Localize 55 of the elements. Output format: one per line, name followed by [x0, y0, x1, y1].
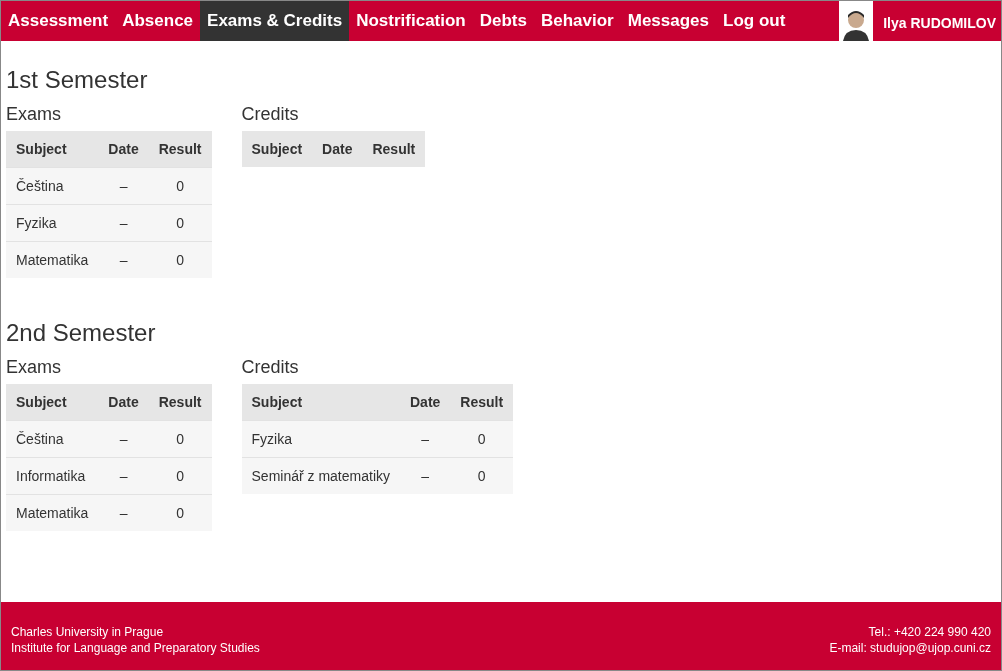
table-cell: – — [98, 204, 149, 242]
table-cell: Matematika — [6, 494, 99, 531]
nav-item[interactable]: Log out — [716, 1, 793, 41]
nav-item[interactable]: Debts — [472, 1, 534, 41]
column-header: Date — [98, 384, 149, 421]
table-cell: Informatika — [6, 457, 99, 495]
footer-text: Institute for Language and Preparatory Studies — [11, 640, 260, 656]
column-header: Subject — [241, 131, 313, 167]
table-cell: 0 — [148, 457, 212, 495]
table-cell: – — [98, 457, 149, 495]
column-header: Subject — [6, 384, 99, 421]
table-heading: Exams — [6, 357, 62, 378]
semester-heading: 2nd Semester — [6, 319, 157, 347]
table-cell: – — [98, 241, 149, 278]
column-header: Result — [362, 131, 426, 167]
table-cell: Matematika — [6, 241, 99, 278]
column-header: Result — [450, 384, 514, 421]
table-cell: 0 — [450, 457, 514, 494]
table-cell: – — [400, 457, 451, 494]
table-cell: Fyzika — [6, 204, 99, 242]
table-cell: Seminář z matematiky — [241, 457, 400, 494]
table-heading: Credits — [241, 104, 300, 125]
table-cell: 0 — [148, 167, 212, 205]
table-cell: 0 — [450, 420, 514, 458]
table-cell: 0 — [148, 241, 212, 278]
table-cell: – — [98, 167, 149, 205]
table-heading: Exams — [6, 104, 62, 125]
column-header: Subject — [241, 384, 400, 421]
table-cell: Fyzika — [241, 420, 400, 458]
table-cell: 0 — [148, 494, 212, 531]
nav-item[interactable]: Nostrification — [349, 1, 473, 41]
table-cell: – — [400, 420, 451, 458]
table-cell: 0 — [148, 204, 212, 242]
table-cell: Čeština — [6, 167, 99, 205]
user-name[interactable]: Ilya RUDOMILOV — [873, 14, 1001, 31]
table-heading: Credits — [241, 357, 300, 378]
column-header: Date — [98, 131, 149, 168]
table-cell: – — [98, 420, 149, 458]
column-header: Date — [312, 131, 363, 167]
column-header: Date — [400, 384, 451, 421]
table-cell: – — [98, 494, 149, 531]
footer-text: E-mail: studujop@ujop.cuni.cz — [829, 640, 991, 656]
nav-item[interactable]: Exams & Credits — [200, 1, 350, 41]
column-header: Result — [148, 384, 212, 421]
column-header: Result — [148, 131, 212, 168]
column-header: Subject — [6, 131, 99, 168]
table-cell: Čeština — [6, 420, 99, 458]
nav-item[interactable]: Assessment — [1, 1, 116, 41]
semester-heading: 1st Semester — [6, 66, 149, 94]
nav-item[interactable]: Absence — [115, 1, 201, 41]
table-cell: 0 — [148, 420, 212, 458]
nav-item[interactable]: Messages — [620, 1, 716, 41]
footer-text: Charles University in Prague — [11, 624, 165, 640]
nav-item[interactable]: Behavior — [533, 1, 621, 41]
footer-text: Tel.: +420 224 990 420 — [867, 624, 991, 640]
